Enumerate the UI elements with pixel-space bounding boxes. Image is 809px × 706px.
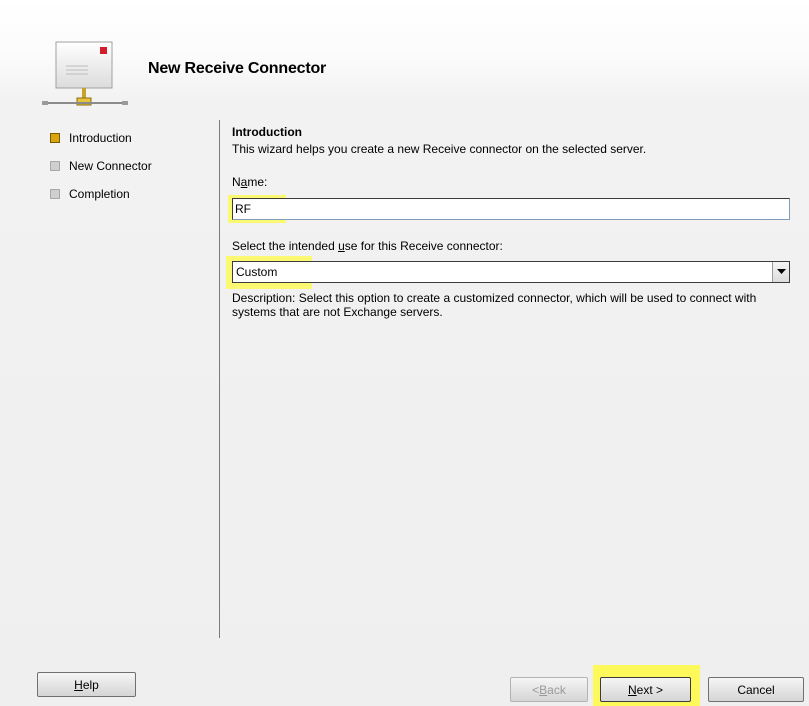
intended-use-select[interactable]: Custom bbox=[232, 261, 790, 283]
description-text: Description: Select this option to creat… bbox=[232, 291, 757, 319]
back-button[interactable]: < Back bbox=[510, 677, 588, 702]
step-label: Introduction bbox=[69, 131, 132, 145]
next-button[interactable]: Next > bbox=[600, 677, 691, 702]
name-label: Name: bbox=[232, 175, 268, 189]
step-pending-icon bbox=[50, 189, 60, 199]
wizard-header: New Receive Connector bbox=[0, 0, 809, 112]
receive-connector-icon bbox=[42, 41, 128, 106]
section-heading: Introduction bbox=[232, 125, 302, 139]
cancel-button[interactable]: Cancel bbox=[708, 677, 804, 702]
step-introduction[interactable]: Introduction bbox=[50, 128, 152, 148]
wizard-content: Introduction This wizard helps you creat… bbox=[226, 125, 792, 319]
step-label: New Connector bbox=[69, 159, 152, 173]
step-label: Completion bbox=[69, 187, 130, 201]
intro-text: This wizard helps you create a new Recei… bbox=[232, 142, 647, 156]
step-active-icon bbox=[50, 133, 60, 143]
dialog-title: New Receive Connector bbox=[148, 60, 327, 77]
intended-use-label: Select the intended use for this Receive… bbox=[232, 239, 503, 253]
selected-value: Custom bbox=[236, 265, 278, 279]
vertical-divider bbox=[219, 120, 220, 638]
step-new-connector[interactable]: New Connector bbox=[50, 156, 152, 176]
step-pending-icon bbox=[50, 161, 60, 171]
name-input[interactable] bbox=[232, 198, 790, 220]
step-completion[interactable]: Completion bbox=[50, 184, 152, 204]
help-button[interactable]: Help bbox=[37, 672, 136, 697]
wizard-steps: Introduction New Connector Completion bbox=[50, 128, 152, 212]
dropdown-arrow-icon[interactable] bbox=[772, 262, 789, 282]
